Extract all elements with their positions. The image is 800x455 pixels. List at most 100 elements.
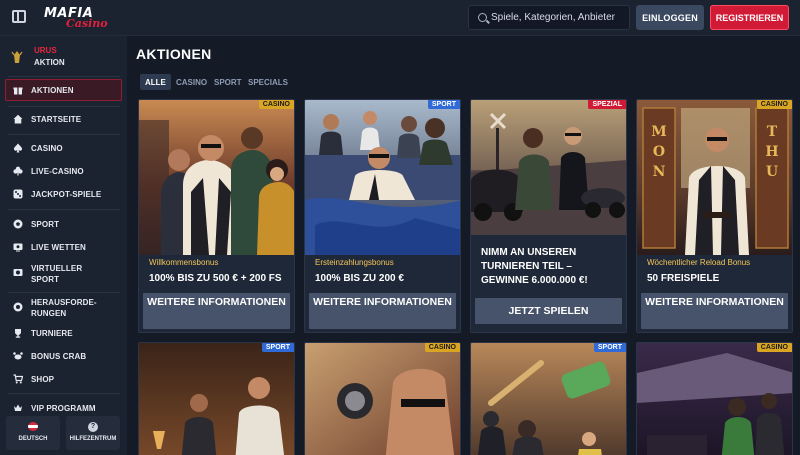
soccer-ball-icon: [13, 219, 23, 229]
promo-card[interactable]: MON THU CASINO Wöchentlicher Reload Bonu…: [636, 99, 793, 333]
promo-line-2: AKTION: [34, 58, 65, 67]
top-bar: MAFIA Casino EINLOGGEN REGISTRIEREN: [0, 0, 800, 36]
card-subtitle: Ersteinzahlungsbonus: [315, 258, 394, 267]
sidebar-item-live-casino[interactable]: LIVE-CASINO: [13, 163, 84, 179]
sidebar-item-label: SPORT: [31, 219, 60, 229]
sign-mon: MON: [651, 124, 667, 180]
filter-tab-casino[interactable]: CASINO: [171, 74, 212, 90]
help-center-button[interactable]: ? HILFEZENTRUM: [66, 416, 120, 450]
more-info-button[interactable]: WEITERE INFORMATIONEN: [309, 293, 456, 329]
sidebar: URUS AKTION AKTIONEN STARTSEITE CASINO L…: [0, 36, 127, 455]
promo-image-car-trunk: [637, 343, 792, 455]
category-badge: CASINO: [756, 100, 792, 109]
card-subtitle: Willkommensbonus: [149, 258, 219, 267]
sidebar-item-casino[interactable]: CASINO: [13, 140, 63, 156]
language-label: DEUTSCH: [18, 436, 48, 442]
divider: [8, 76, 120, 77]
sidebar-item-jackpot-spiele[interactable]: JACKPOT-SPIELE: [13, 186, 101, 202]
trophy-icon: [15, 329, 21, 338]
sidebar-item-label: TURNIERE: [31, 328, 73, 338]
sidebar-item-startseite[interactable]: STARTSEITE: [13, 111, 81, 127]
crab-icon: [13, 352, 23, 360]
sidebar-item-label: JACKPOT-SPIELE: [31, 189, 102, 199]
sidebar-item-virtueller-sport[interactable]: VIRTUELLER SPORT: [13, 261, 83, 287]
sidebar-item-label: HERAUSFORDE-RUNGEN: [31, 298, 97, 318]
help-label: HILFEZENTRUM: [69, 436, 117, 442]
more-info-button[interactable]: WEITERE INFORMATIONEN: [641, 293, 788, 329]
urus-promo-banner[interactable]: URUS AKTION: [8, 44, 120, 72]
sign-thu: THU: [765, 124, 779, 180]
promo-card[interactable]: CASINO Willkommensbonus 100% BIS ZU 500 …: [138, 99, 295, 333]
promo-image-vip-lounge: [305, 100, 460, 255]
filter-tab-specials[interactable]: SPECIALS: [243, 74, 293, 90]
promo-card[interactable]: CASINO: [636, 342, 793, 455]
challenge-icon: [13, 302, 23, 312]
filter-tab-sport[interactable]: SPORT: [209, 74, 247, 90]
promo-card[interactable]: SPORT Ersteinzahlungsbonus 100% BIS ZU 2…: [304, 99, 461, 333]
virtual-sport-icon: [13, 269, 23, 276]
dice-icon: [13, 189, 23, 199]
category-badge: SPORT: [593, 343, 626, 352]
play-now-button[interactable]: JETZT SPIELEN: [475, 298, 622, 324]
sidebar-item-turniere[interactable]: TURNIERE: [13, 325, 73, 341]
logo-text-script: Casino: [66, 17, 108, 30]
promo-card[interactable]: SPEZIAL NIMM AN UNSEREN TURNIEREN TEIL –…: [470, 99, 627, 333]
promo-line-1: URUS: [34, 46, 57, 55]
sidebar-item-label: STARTSEITE: [31, 114, 82, 124]
sidebar-item-shop[interactable]: SHOP: [13, 371, 54, 387]
sidebar-item-label: LIVE WETTEN: [31, 242, 86, 252]
promo-image-roulette: [305, 343, 460, 455]
login-button[interactable]: EINLOGGEN: [636, 5, 704, 30]
cart-icon: [13, 374, 23, 384]
promo-card[interactable]: SPORT: [470, 342, 627, 455]
bull-icon: [11, 51, 23, 63]
sidebar-item-label: CASINO: [31, 143, 63, 153]
sidebar-item-label: AKTIONEN: [31, 85, 74, 95]
divider: [8, 134, 120, 135]
home-icon: [13, 114, 23, 124]
sidebar-item-sport[interactable]: SPORT: [13, 216, 59, 232]
spade-icon: [13, 143, 23, 153]
card-subtitle: Wöchentlicher Reload Bonus: [647, 258, 751, 267]
sidebar-item-aktionen[interactable]: AKTIONEN: [13, 82, 74, 98]
register-button[interactable]: REGISTRIEREN: [710, 5, 789, 30]
filter-tab-alle[interactable]: ALLE: [140, 74, 171, 90]
main-content: AKTIONEN ALLE CASINO SPORT SPECIALS CASI…: [127, 36, 800, 455]
card-title: 50 FREISPIELE: [647, 273, 720, 284]
promo-image-gangsters: [139, 100, 294, 255]
divider: [8, 393, 120, 394]
sidebar-item-bonus-crab[interactable]: BONUS CRAB: [13, 348, 86, 364]
sidebar-item-label: LIVE-CASINO: [31, 166, 84, 176]
sidebar-item-label: SHOP: [31, 374, 55, 384]
card-title: 100% BIS ZU 500 € + 200 FS: [149, 273, 282, 284]
promo-image-cheers: [139, 343, 294, 455]
category-badge: CASINO: [756, 343, 792, 352]
question-mark-icon: ?: [88, 422, 98, 432]
sidebar-item-herausforderungen[interactable]: HERAUSFORDE-RUNGEN: [13, 295, 97, 321]
category-badge: CASINO: [258, 100, 294, 109]
category-badge: SPEZIAL: [588, 100, 626, 109]
promo-card[interactable]: SPORT: [138, 342, 295, 455]
card-title: NIMM AN UNSEREN TURNIEREN TEIL – GEWINNE…: [481, 247, 588, 286]
live-bet-icon: [13, 243, 23, 252]
category-badge: SPORT: [261, 343, 294, 352]
card-title: 100% BIS ZU 200 €: [315, 273, 404, 284]
promo-image-tournament: [471, 100, 626, 235]
austria-flag-icon: [28, 422, 38, 431]
gift-icon: [13, 87, 23, 95]
promo-image-baseball: [471, 343, 626, 455]
sidebar-item-live-wetten[interactable]: LIVE WETTEN: [13, 239, 86, 255]
divider: [8, 292, 120, 293]
more-info-button[interactable]: WEITERE INFORMATIONEN: [143, 293, 290, 329]
sidebar-item-label: BONUS CRAB: [31, 351, 87, 361]
search-input[interactable]: [491, 6, 627, 29]
sidebar-toggle-icon[interactable]: [12, 10, 26, 23]
mafia-casino-logo[interactable]: MAFIA Casino: [44, 6, 108, 30]
sidebar-item-label: VIRTUELLER SPORT: [31, 264, 83, 284]
page-title: AKTIONEN: [136, 46, 212, 62]
sidebar-bottom-bar: DEUTSCH ? HILFEZENTRUM: [0, 412, 127, 455]
search-box[interactable]: [468, 5, 630, 30]
language-button[interactable]: DEUTSCH: [6, 416, 60, 450]
promo-card[interactable]: CASINO: [304, 342, 461, 455]
category-badge: CASINO: [424, 343, 460, 352]
